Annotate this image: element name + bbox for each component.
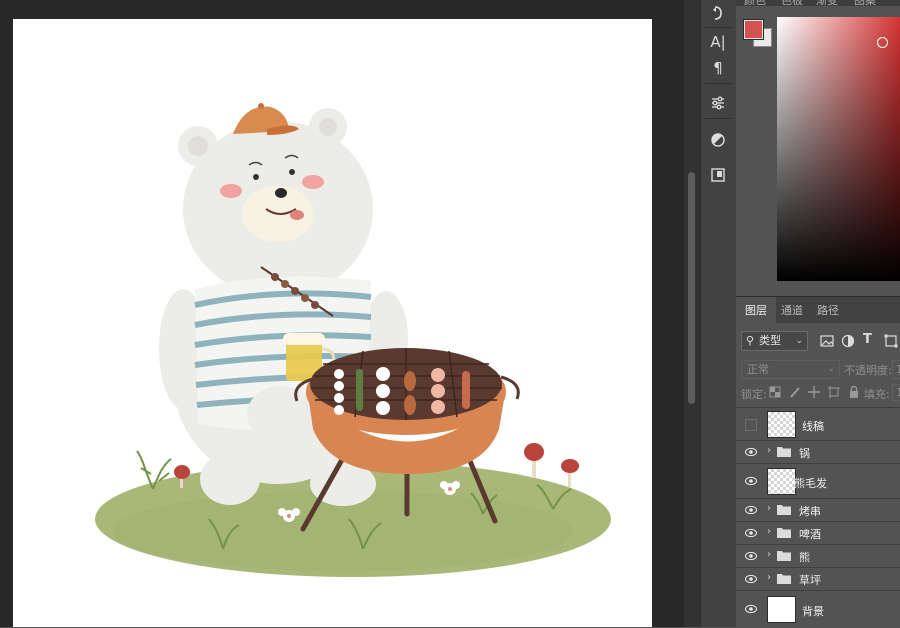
layer-name: 熊毛发 [794,477,827,490]
chevron-right-icon[interactable]: › [767,445,771,456]
layer-filter-row: ⚲ 类型 ⌄ T [736,327,900,351]
character-icon[interactable]: A| [704,29,732,55]
styles-icon[interactable] [704,127,732,153]
eye-icon[interactable] [745,528,757,538]
layer-name: 锅 [799,447,810,460]
layer-name: 线稿 [802,420,824,433]
tab-paths[interactable]: 路径 [808,297,848,323]
layer-thumbnail [767,596,796,623]
layer-row[interactable]: 背景 [736,590,900,627]
vertical-scrollbar[interactable] [684,0,700,627]
fill-label: 填充: [864,388,890,401]
folder-icon [777,505,791,515]
layer-row[interactable]: 熊毛发 [736,463,900,498]
lock-image-pixels-icon[interactable] [789,386,801,398]
folder-icon [777,528,791,538]
eye-icon[interactable] [745,551,757,561]
chevron-down-icon: ⌄ [795,336,803,346]
layers-panel-tabs: 图层 通道 路径 [736,297,900,323]
lock-artboard-icon[interactable] [828,386,840,398]
layers-panel: 图层 通道 路径 ⚲ 类型 ⌄ T 正常 ⌄ 不透明度: 100% 锁定: 填充… [736,296,900,628]
layer-name: 背景 [802,605,824,618]
opacity-label: 不透明度: [844,364,892,377]
shape-filter-icon[interactable] [884,334,898,348]
eye-icon[interactable] [745,604,757,614]
layer-name: 啤酒 [799,528,821,541]
lock-transparent-pixels-icon[interactable] [769,386,781,398]
artwork [95,103,611,577]
image-filter-icon[interactable] [820,334,834,348]
filter-kind-select[interactable]: ⚲ 类型 ⌄ [741,331,808,351]
color-panel-tabs: 颜色 色板 渐变 图案 [736,0,900,6]
layer-row[interactable]: › 锅 [736,440,900,463]
blend-row: 正常 ⌄ 不透明度: 100% [736,357,900,379]
filter-kind-label: 类型 [759,334,781,347]
lock-label: 锁定: [741,388,767,401]
layer-name: 草坪 [799,574,821,587]
chevron-down-icon: ⌄ [827,364,835,374]
layer-row[interactable]: › 啤酒 [736,521,900,544]
chevron-right-icon[interactable]: › [767,549,771,560]
lock-all-icon[interactable] [848,386,860,398]
blend-mode-value: 正常 [747,363,769,376]
paragraph-icon[interactable]: ¶ [704,55,732,81]
tab-swatches[interactable]: 色板 [781,0,803,6]
tab-channels[interactable]: 通道 [772,297,812,323]
chevron-right-icon[interactable]: › [767,526,771,537]
history-icon[interactable] [704,0,732,26]
folder-icon [777,447,791,457]
layer-row[interactable]: 线稿 [736,407,900,440]
layer-row[interactable]: › 草坪 [736,567,900,590]
layer-thumbnail [767,411,796,438]
color-picker-field[interactable] [777,17,900,281]
eye-icon[interactable] [745,476,757,486]
adjustment-filter-icon[interactable] [841,334,855,348]
tab-gradients[interactable]: 渐变 [816,0,838,6]
color-picker-cursor[interactable] [877,37,888,48]
fill-field[interactable]: 100% [892,384,900,401]
eye-icon[interactable] [745,447,757,457]
layer-name: 熊 [799,551,810,564]
layer-row[interactable]: › 烤串 [736,498,900,521]
foreground-color-swatch[interactable] [743,19,764,40]
libraries-icon[interactable] [704,162,732,188]
blend-mode-select[interactable]: 正常 ⌄ [741,360,840,379]
chevron-right-icon[interactable]: › [767,503,771,514]
eye-icon[interactable] [745,505,757,515]
lock-row: 锁定: 填充: 100% [736,383,900,403]
divider [705,27,731,28]
canvas-workspace [0,0,684,627]
layer-thumbnail [767,468,796,495]
orange-cap [233,103,299,135]
search-icon: ⚲ [746,334,755,347]
divider [705,118,731,119]
layer-name: 烤串 [799,505,821,518]
tab-color[interactable]: 颜色 [744,0,766,6]
visibility-toggle-off[interactable] [745,419,757,431]
layer-row[interactable]: › 熊 [736,544,900,567]
color-panel: 颜色 色板 渐变 图案 [736,0,900,292]
opacity-field[interactable]: 100% [892,360,900,379]
adjustments-icon[interactable] [704,90,732,116]
tab-layers[interactable]: 图层 [736,297,776,323]
eye-icon[interactable] [745,574,757,584]
divider [705,83,731,84]
chevron-right-icon[interactable]: › [767,572,771,583]
tab-patterns[interactable]: 图案 [854,0,876,6]
folder-icon [777,551,791,561]
lock-position-icon[interactable] [808,386,820,398]
folder-icon [777,574,791,584]
scrollbar-thumb[interactable] [688,172,695,404]
panel-icon-strip: A| ¶ [700,0,736,627]
document-canvas[interactable] [13,19,652,627]
type-filter-icon[interactable]: T [863,332,877,347]
